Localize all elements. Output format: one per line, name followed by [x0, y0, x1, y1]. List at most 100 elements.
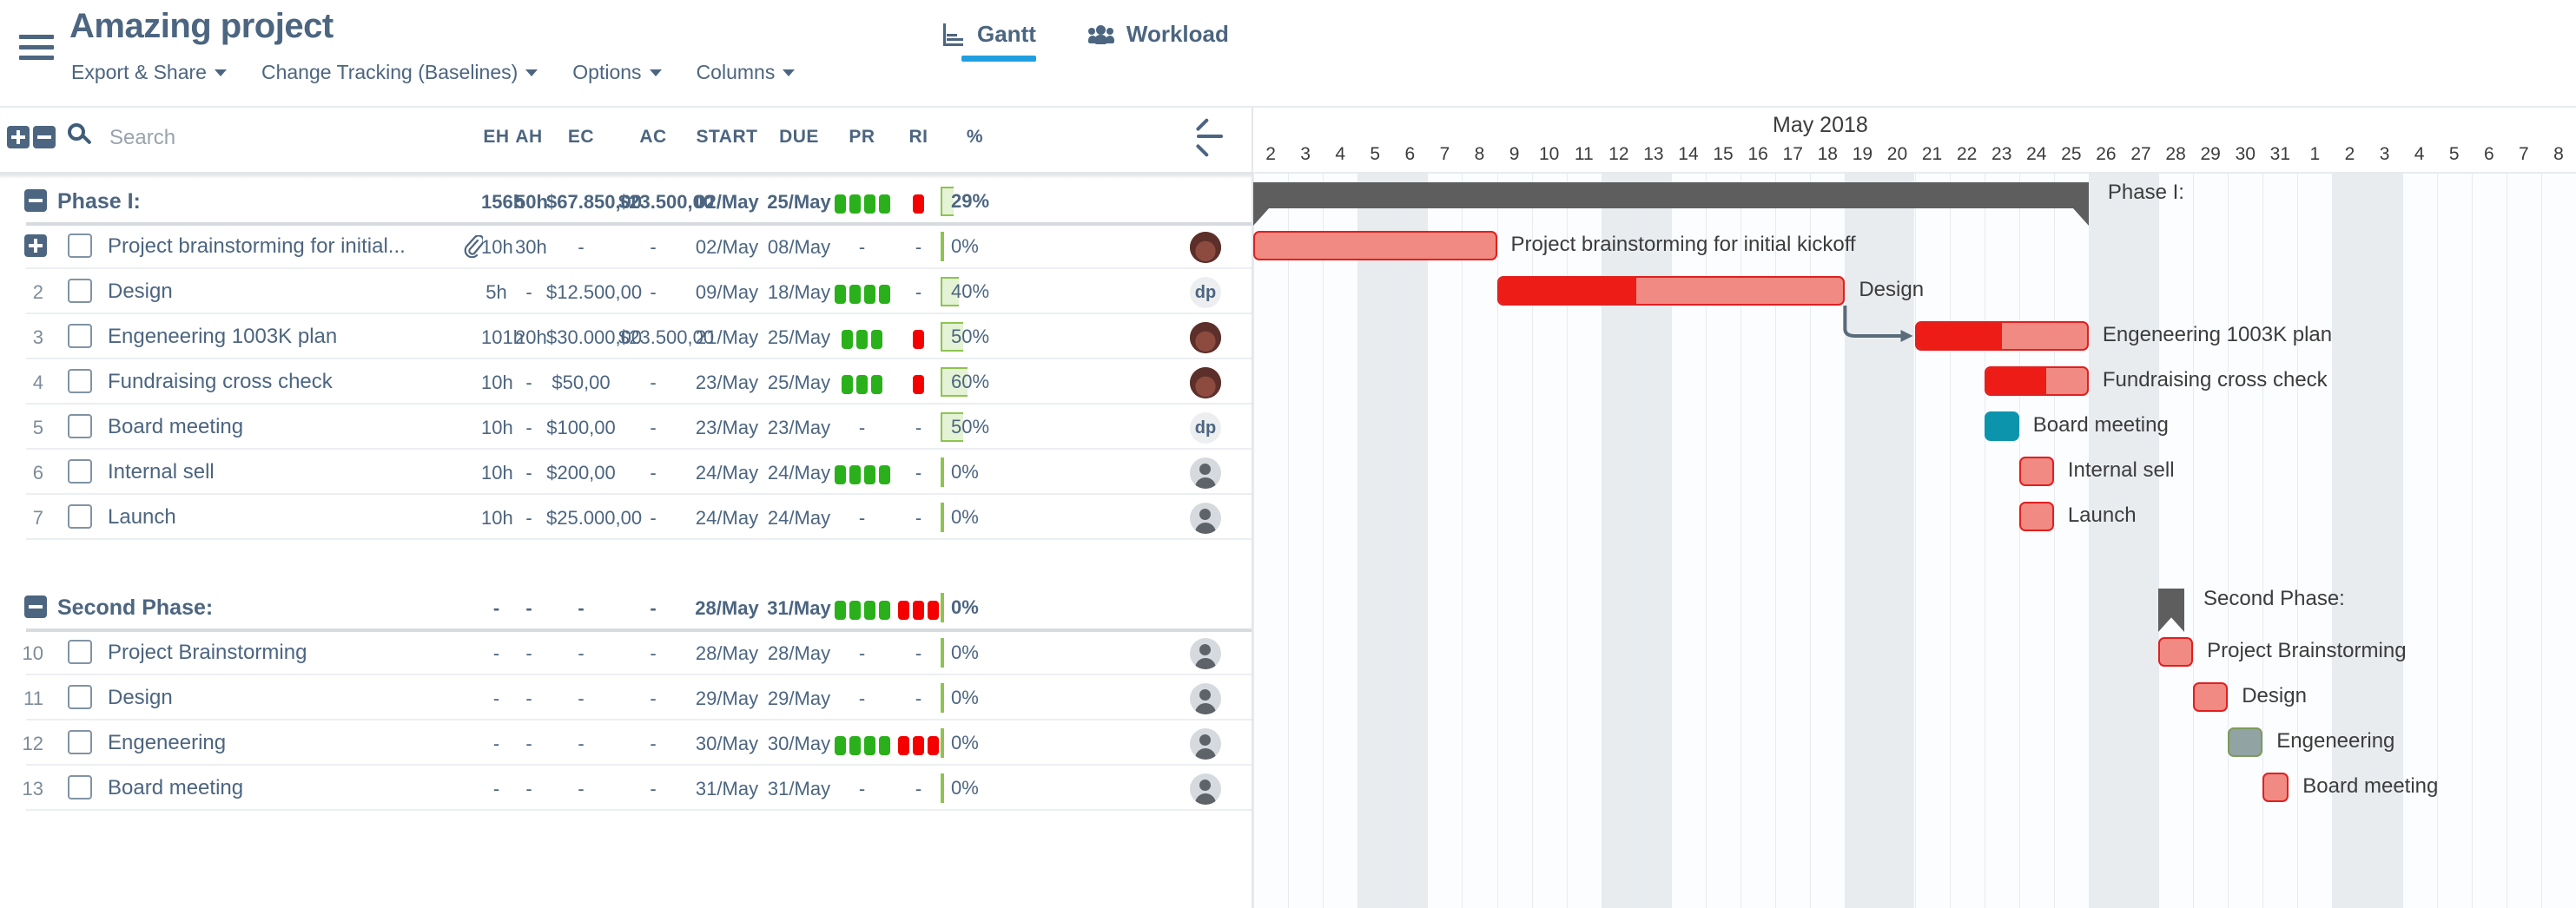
cell-ri[interactable]: -	[895, 417, 942, 439]
progress-cell[interactable]: 29%	[941, 187, 1036, 216]
progress-cell[interactable]: 50%	[941, 412, 1036, 442]
column-header-ah[interactable]: AH	[515, 127, 543, 148]
row-checkbox[interactable]	[68, 414, 92, 438]
cell-eh[interactable]: 101h	[481, 326, 524, 349]
cell-due[interactable]: 25/May	[764, 372, 834, 394]
column-header-ri[interactable]: RI	[895, 127, 942, 148]
avatar[interactable]	[1190, 773, 1221, 805]
task-name[interactable]: Internal sell	[108, 460, 215, 484]
cell-due[interactable]: 23/May	[764, 417, 834, 439]
cell-ah[interactable]: -	[515, 417, 543, 439]
cell-ec[interactable]: $67.850,00	[546, 191, 642, 214]
cell-ec[interactable]: -	[546, 688, 616, 710]
progress-cell[interactable]: 0%	[941, 503, 1036, 532]
task-name[interactable]: Design	[108, 686, 173, 710]
avatar[interactable]	[1190, 232, 1221, 263]
cell-ac[interactable]: -	[618, 642, 688, 665]
cell-due[interactable]: 30/May	[764, 733, 834, 755]
table-row[interactable]: 6 Internal sell 10h - $200,00-24/May 24/May -0…	[0, 450, 1253, 495]
priority-indicator[interactable]	[834, 736, 890, 755]
menu-item-export-share[interactable]: Export & Share	[71, 57, 242, 88]
cell-ah[interactable]: 20h	[515, 326, 547, 349]
cell-ah[interactable]: -	[515, 778, 543, 800]
cell-ri[interactable]: -	[895, 688, 942, 710]
cell-ah[interactable]: -	[515, 281, 543, 304]
avatar[interactable]	[1190, 638, 1221, 669]
row-checkbox[interactable]	[68, 279, 92, 303]
gantt-bar[interactable]	[1496, 276, 1846, 306]
cell-start[interactable]: 28/May	[692, 642, 762, 665]
cell-due[interactable]: 31/May	[764, 597, 834, 620]
column-header-ac[interactable]: AC	[618, 127, 688, 148]
cell-eh[interactable]: -	[481, 642, 512, 665]
task-name[interactable]: Board meeting	[108, 776, 243, 800]
cell-ah[interactable]: 30h	[515, 236, 547, 259]
cell-ri[interactable]: -	[895, 778, 942, 800]
row-checkbox[interactable]	[68, 369, 92, 393]
menu-item-options[interactable]: Options	[572, 57, 677, 88]
cell-ac[interactable]: -	[618, 688, 688, 710]
cell-ri[interactable]: -	[895, 462, 942, 484]
progress-cell[interactable]: 0%	[941, 773, 1036, 803]
cell-due[interactable]: 18/May	[764, 281, 834, 304]
risk-indicator[interactable]	[913, 330, 924, 349]
cell-pr[interactable]: -	[838, 688, 886, 710]
cell-eh[interactable]: 156h	[481, 191, 525, 214]
summary-bar[interactable]	[2158, 589, 2185, 632]
progress-cell[interactable]: 0%	[941, 593, 1036, 622]
gantt-bar[interactable]	[1253, 231, 1497, 260]
table-row[interactable]: 13 Board meeting - - - -31/May 31/May - -0%	[0, 766, 1253, 811]
cell-start[interactable]: 21/May	[692, 326, 762, 349]
cell-ec[interactable]: $30.000,00	[546, 326, 642, 349]
cell-eh[interactable]: -	[481, 778, 512, 800]
cell-ac[interactable]: -	[618, 462, 688, 484]
priority-indicator[interactable]	[834, 601, 890, 620]
cell-ah[interactable]: -	[515, 507, 543, 530]
cell-ac[interactable]: -	[618, 507, 688, 530]
collapse-group-icon[interactable]	[24, 189, 47, 212]
table-row[interactable]: 5 Board meeting 10h - $100,00-23/May 23/May - -…	[0, 405, 1253, 450]
cell-start[interactable]: 29/May	[692, 688, 762, 710]
search-icon[interactable]	[68, 123, 94, 149]
group-name[interactable]: Phase I:	[57, 189, 141, 214]
cell-ah[interactable]: -	[515, 462, 543, 484]
cell-eh[interactable]: -	[481, 688, 512, 710]
table-group-row[interactable]: Phase I: 156h 50h $67.850,00 $23.500,00 02/Ma…	[0, 179, 1253, 226]
task-name[interactable]: Project Brainstorming	[108, 641, 307, 665]
cell-ri[interactable]: -	[895, 507, 942, 530]
progress-cell[interactable]: 50%	[941, 322, 1036, 352]
cell-ec[interactable]: $50,00	[546, 372, 616, 394]
table-row[interactable]: 7 Launch 10h - $25.000,00-24/May 24/May - -0%	[0, 495, 1253, 540]
avatar[interactable]	[1190, 367, 1221, 398]
cell-pr[interactable]: -	[838, 642, 886, 665]
column-header-due[interactable]: DUE	[764, 127, 834, 148]
cell-start[interactable]: 30/May	[692, 733, 762, 755]
cell-eh[interactable]: 10h	[481, 507, 513, 530]
avatar[interactable]	[1190, 728, 1221, 760]
gantt-bar[interactable]	[1914, 321, 2089, 351]
risk-indicator[interactable]	[898, 601, 939, 620]
priority-indicator[interactable]	[834, 285, 890, 304]
gantt-bar[interactable]	[2262, 773, 2289, 802]
cell-ri[interactable]: -	[895, 642, 942, 665]
column-header-start[interactable]: START	[692, 127, 762, 148]
table-group-row[interactable]: Second Phase: - - - -28/May 31/May 0%	[0, 585, 1253, 632]
cell-eh[interactable]: 10h	[481, 236, 513, 259]
risk-indicator[interactable]	[913, 194, 924, 214]
cell-ac[interactable]: -	[618, 372, 688, 394]
row-checkbox[interactable]	[68, 234, 92, 258]
avatar[interactable]: dp	[1190, 412, 1221, 444]
cell-ac[interactable]: -	[618, 236, 688, 259]
priority-indicator[interactable]	[834, 465, 890, 484]
cell-ec[interactable]: -	[546, 733, 616, 755]
cell-eh[interactable]: -	[481, 733, 512, 755]
cell-due[interactable]: 24/May	[764, 507, 834, 530]
avatar[interactable]	[1190, 322, 1221, 353]
menu-item-change-tracking-baselines[interactable]: Change Tracking (Baselines)	[261, 57, 553, 88]
cell-ec[interactable]: $200,00	[546, 462, 616, 484]
cell-ah[interactable]: -	[515, 733, 543, 755]
table-row[interactable]: 4 Fundraising cross check 10h - $50,00-23/Ma…	[0, 359, 1253, 405]
avatar[interactable]: dp	[1190, 277, 1221, 308]
cell-ah[interactable]: -	[515, 642, 543, 665]
cell-start[interactable]: 28/May	[692, 597, 762, 620]
